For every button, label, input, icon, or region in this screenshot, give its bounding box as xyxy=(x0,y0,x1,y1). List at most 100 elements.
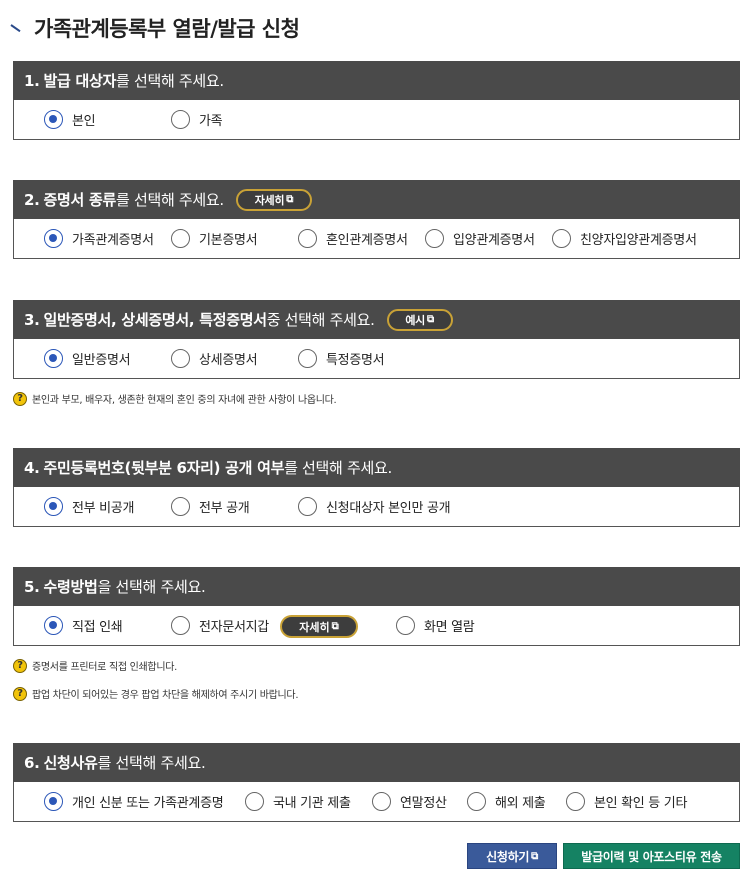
radio-option-domestic-agency[interactable]: 국내 기관 제출 xyxy=(245,782,351,821)
radio-unselected[interactable] xyxy=(425,229,444,248)
radio-unselected[interactable] xyxy=(171,229,190,248)
external-link-icon: ⧉ xyxy=(286,194,294,205)
external-link-icon: ⧉ xyxy=(531,850,538,862)
radio-label: 본인 확인 등 기타 xyxy=(594,796,688,811)
section-header: 5. 수령방법 을 선택해 주세요. xyxy=(13,567,740,606)
radio-label: 개인 신분 또는 가족관계증명 xyxy=(72,796,224,811)
details-button-label: 자세히 xyxy=(299,620,330,634)
section-keyword: 일반증명서, 상세증명서, 특정증명서 xyxy=(43,311,267,329)
radio-label: 입양관계증명서 xyxy=(453,233,535,248)
radio-option-overseas[interactable]: 해외 제출 xyxy=(467,782,546,821)
question-icon: ? xyxy=(13,391,27,406)
radio-unselected[interactable] xyxy=(171,110,190,129)
help-note: ? 팝업 차단이 되어있는 경우 팝업 차단을 해제하여 주시기 바랍니다. xyxy=(13,686,299,701)
radio-option-print[interactable]: 직접 인쇄 xyxy=(44,606,123,645)
example-button-label: 예시 xyxy=(405,313,425,327)
radio-option-adoption[interactable]: 입양관계증명서 xyxy=(425,219,535,258)
radio-unselected[interactable] xyxy=(171,349,190,368)
radio-unselected[interactable] xyxy=(566,792,585,811)
help-note: ? 증명서를 프린터로 직접 인쇄합니다. xyxy=(13,658,177,673)
radio-option-e-wallet[interactable]: 전자문서지갑 xyxy=(171,606,269,645)
e-wallet-details-button[interactable]: 자세히 ⧉ xyxy=(280,615,358,638)
radio-option-identity[interactable]: 개인 신분 또는 가족관계증명 xyxy=(44,782,224,821)
radio-label: 친양자입양관계증명서 xyxy=(580,233,697,248)
radio-label: 전부 비공개 xyxy=(72,501,135,516)
section-header: 2. 증명서 종류 를 선택해 주세요. 자세히 ⧉ xyxy=(13,180,740,219)
radio-unselected[interactable] xyxy=(372,792,391,811)
radio-label: 혼인관계증명서 xyxy=(326,233,408,248)
radio-selected[interactable] xyxy=(44,616,63,635)
radio-selected[interactable] xyxy=(44,497,63,516)
radio-selected[interactable] xyxy=(44,110,63,129)
radio-unselected[interactable] xyxy=(245,792,264,811)
issue-history-button-label: 발급이력 및 아포스티유 전송 xyxy=(581,849,722,864)
section-header: 3. 일반증명서, 상세증명서, 특정증명서 중 선택해 주세요. 예시 ⧉ xyxy=(13,300,740,339)
radio-option-year-end-tax[interactable]: 연말정산 xyxy=(372,782,447,821)
radio-unselected[interactable] xyxy=(467,792,486,811)
radio-option-all-private[interactable]: 전부 비공개 xyxy=(44,487,134,526)
question-icon: ? xyxy=(13,686,27,701)
radio-option-general[interactable]: 일반증명서 xyxy=(44,339,131,378)
section-number: 6. xyxy=(24,753,40,772)
section-certificate-detail: 3. 일반증명서, 상세증명서, 특정증명서 중 선택해 주세요. 예시 ⧉ 일반… xyxy=(13,300,740,379)
help-note-text: 증명서를 프린터로 직접 인쇄합니다. xyxy=(32,662,178,673)
section-header: 4. 주민등록번호(뒷부분 6자리) 공개 여부 를 선택해 주세요. xyxy=(13,448,740,487)
question-icon: ? xyxy=(13,658,27,673)
issue-history-button[interactable]: 발급이력 및 아포스티유 전송 xyxy=(563,843,740,869)
radio-unselected[interactable] xyxy=(298,349,317,368)
section-number: 3. xyxy=(24,310,40,329)
radio-unselected[interactable] xyxy=(298,497,317,516)
radio-label: 신청대상자 본인만 공개 xyxy=(326,501,451,516)
apply-button[interactable]: 신청하기 ⧉ xyxy=(467,843,557,869)
radio-option-specific[interactable]: 특정증명서 xyxy=(298,339,385,378)
radio-label: 직접 인쇄 xyxy=(72,620,123,635)
radio-selected[interactable] xyxy=(44,792,63,811)
radio-label: 특정증명서 xyxy=(326,353,385,368)
page-title: 가족관계등록부 열람/발급 신청 xyxy=(34,17,300,41)
radio-unselected[interactable] xyxy=(552,229,571,248)
radio-unselected[interactable] xyxy=(298,229,317,248)
external-link-icon: ⧉ xyxy=(331,621,339,632)
radio-option-basic[interactable]: 기본증명서 xyxy=(171,219,258,258)
radio-option-self[interactable]: 본인 xyxy=(44,100,96,139)
radio-group-receive-method: 직접 인쇄 전자문서지갑 자세히 ⧉ 화면 열람 xyxy=(13,606,740,646)
radio-group-certificate-detail: 일반증명서 상세증명서 특정증명서 xyxy=(13,339,740,379)
section-number: 2. xyxy=(24,190,40,209)
radio-unselected[interactable] xyxy=(171,616,190,635)
radio-selected[interactable] xyxy=(44,229,63,248)
radio-label: 일반증명서 xyxy=(72,353,131,368)
radio-option-screen-view[interactable]: 화면 열람 xyxy=(396,606,475,645)
radio-group-issue-target: 본인 가족 xyxy=(13,100,740,140)
radio-label: 상세증명서 xyxy=(199,353,258,368)
external-link-icon: ⧉ xyxy=(427,314,434,325)
section-number: 1. xyxy=(24,71,40,90)
section-suffix: 를 선택해 주세요. xyxy=(284,459,392,477)
radio-label: 국내 기관 제출 xyxy=(273,796,351,811)
section-suffix: 를 선택해 주세요. xyxy=(115,72,224,90)
radio-selected[interactable] xyxy=(44,349,63,368)
apply-button-label: 신청하기 xyxy=(486,849,530,864)
radio-option-marriage[interactable]: 혼인관계증명서 xyxy=(298,219,408,258)
radio-option-self-only[interactable]: 신청대상자 본인만 공개 xyxy=(298,487,451,526)
section-rrn-disclosure: 4. 주민등록번호(뒷부분 6자리) 공개 여부 를 선택해 주세요. 전부 비… xyxy=(13,448,740,527)
radio-option-detailed[interactable]: 상세증명서 xyxy=(171,339,258,378)
page-title-row: 가족관계등록부 열람/발급 신청 xyxy=(10,12,300,44)
radio-option-all-public[interactable]: 전부 공개 xyxy=(171,487,250,526)
radio-option-family-relation[interactable]: 가족관계증명서 xyxy=(44,219,154,258)
section-keyword: 신청사유 xyxy=(43,754,98,772)
help-note-text: 팝업 차단이 되어있는 경우 팝업 차단을 해제하여 주시기 바랍니다. xyxy=(32,690,299,701)
section-receive-method: 5. 수령방법 을 선택해 주세요. 직접 인쇄 전자문서지갑 자세히 ⧉ 화면 … xyxy=(13,567,740,646)
radio-label: 연말정산 xyxy=(400,796,447,811)
radio-option-full-adoption[interactable]: 친양자입양관계증명서 xyxy=(552,219,697,258)
example-button[interactable]: 예시 ⧉ xyxy=(386,308,453,331)
details-button[interactable]: 자세히 ⧉ xyxy=(235,188,312,211)
radio-label: 기본증명서 xyxy=(199,233,258,248)
radio-option-other[interactable]: 본인 확인 등 기타 xyxy=(566,782,687,821)
radio-option-family[interactable]: 가족 xyxy=(171,100,223,139)
radio-label: 전자문서지갑 xyxy=(199,620,269,635)
radio-group-rrn-disclosure: 전부 비공개 전부 공개 신청대상자 본인만 공개 xyxy=(13,487,740,527)
radio-unselected[interactable] xyxy=(171,497,190,516)
section-header: 1. 발급 대상자 를 선택해 주세요. xyxy=(13,61,740,100)
radio-unselected[interactable] xyxy=(396,616,415,635)
section-number: 5. xyxy=(24,577,40,596)
